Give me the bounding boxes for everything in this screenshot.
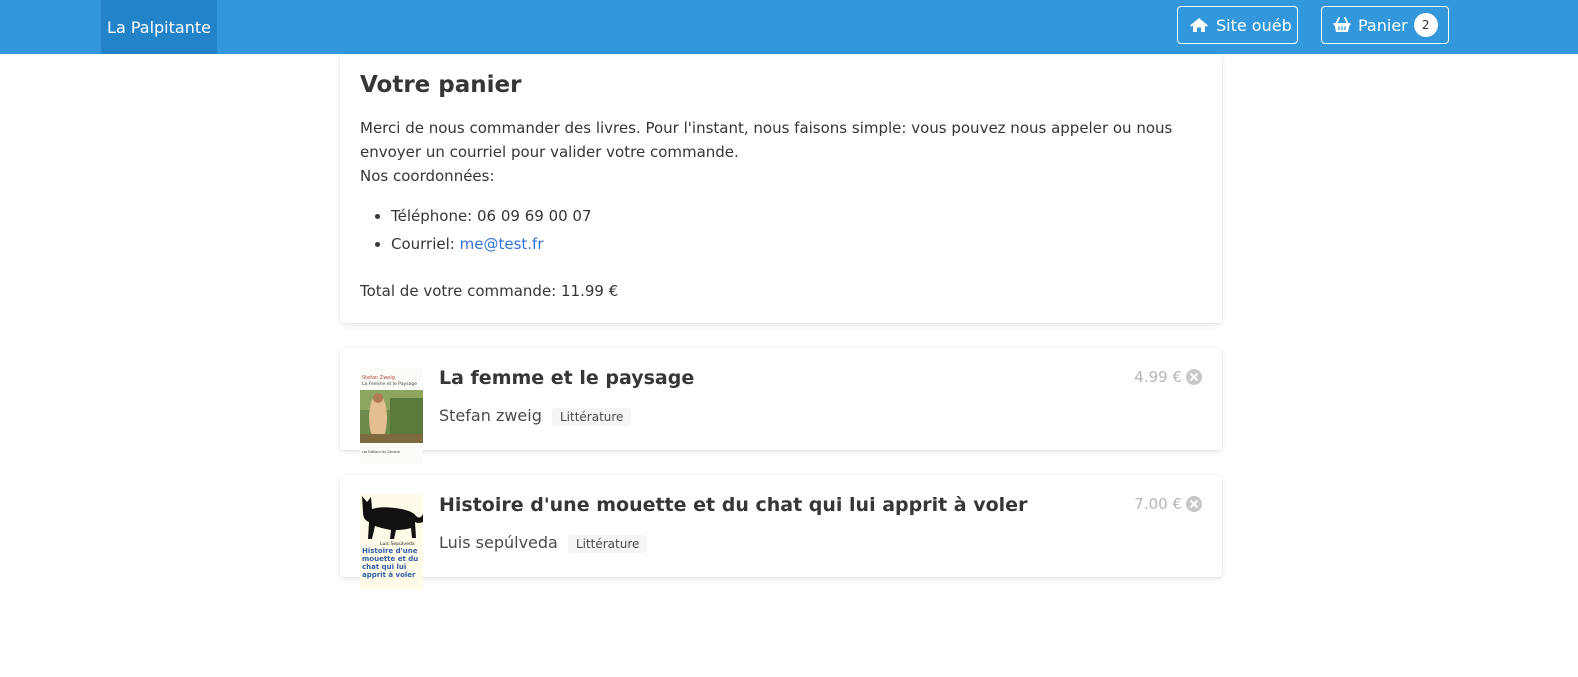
- website-button-label: Site ouéb: [1216, 15, 1292, 35]
- book-price-row: 7.00 €: [1134, 495, 1202, 513]
- contact-email-label: Courriel:: [391, 235, 460, 253]
- book-cover-image[interactable]: Stefan Zweig La Femme et le Paysage Les …: [360, 368, 423, 464]
- top-navbar: La Palpitante Site ouéb Panier 2: [0, 0, 1578, 54]
- book-price: 7.00 €: [1134, 495, 1182, 513]
- cart-intro-text: Merci de nous commander des livres. Pour…: [360, 119, 1173, 161]
- cover-title: La Femme et le Paysage: [362, 381, 417, 387]
- basket-icon: [1333, 17, 1351, 32]
- cover-title: Histoire d'une mouette et du chat qui lu…: [362, 547, 419, 579]
- book-price: 4.99 €: [1134, 368, 1182, 386]
- cart-item: Stefan Zweig La Femme et le Paysage Les …: [340, 348, 1222, 464]
- remove-item-icon[interactable]: [1186, 496, 1202, 512]
- book-title[interactable]: La femme et le paysage: [439, 367, 694, 389]
- book-author: Stefan zweig: [439, 406, 542, 425]
- book-author: Luis sepúlveda: [439, 533, 558, 552]
- cover-publisher: Les Éditions du Cénacle: [362, 449, 400, 454]
- book-author-row: Luis sepúlveda Littérature: [439, 533, 648, 553]
- contact-list: Téléphone: 06 09 69 00 07 Courriel: me@t…: [360, 202, 592, 258]
- contact-email: Courriel: me@test.fr: [391, 230, 592, 258]
- brand-link[interactable]: La Palpitante: [101, 0, 217, 54]
- book-author-row: Stefan zweig Littérature: [439, 406, 632, 426]
- genre-tag[interactable]: Littérature: [551, 407, 632, 426]
- genre-tag[interactable]: Littérature: [567, 534, 648, 553]
- contact-email-link[interactable]: me@test.fr: [460, 235, 544, 253]
- contact-heading: Nos coordonnées:: [360, 167, 495, 185]
- book-cover-image[interactable]: Luis Sepúlveda Histoire d'une mouette et…: [360, 494, 423, 590]
- home-icon: [1190, 18, 1208, 32]
- cart-button[interactable]: Panier 2: [1321, 6, 1449, 44]
- cart-item: Luis Sepúlveda Histoire d'une mouette et…: [340, 475, 1222, 590]
- order-total: Total de votre commande: 11.99 €: [360, 282, 619, 300]
- cart-summary-card: Votre panier Merci de nous commander des…: [340, 54, 1222, 323]
- cover-author: Stefan Zweig: [362, 375, 395, 381]
- page-title: Votre panier: [360, 72, 522, 98]
- cart-button-label: Panier: [1358, 15, 1408, 35]
- remove-item-icon[interactable]: [1186, 369, 1202, 385]
- cart-count-badge: 2: [1413, 13, 1438, 37]
- book-title[interactable]: Histoire d'une mouette et du chat qui lu…: [439, 494, 1027, 516]
- book-price-row: 4.99 €: [1134, 368, 1202, 386]
- cover-author: Luis Sepúlveda: [380, 540, 415, 547]
- contact-phone: Téléphone: 06 09 69 00 07: [391, 202, 592, 230]
- website-button[interactable]: Site ouéb: [1177, 6, 1298, 44]
